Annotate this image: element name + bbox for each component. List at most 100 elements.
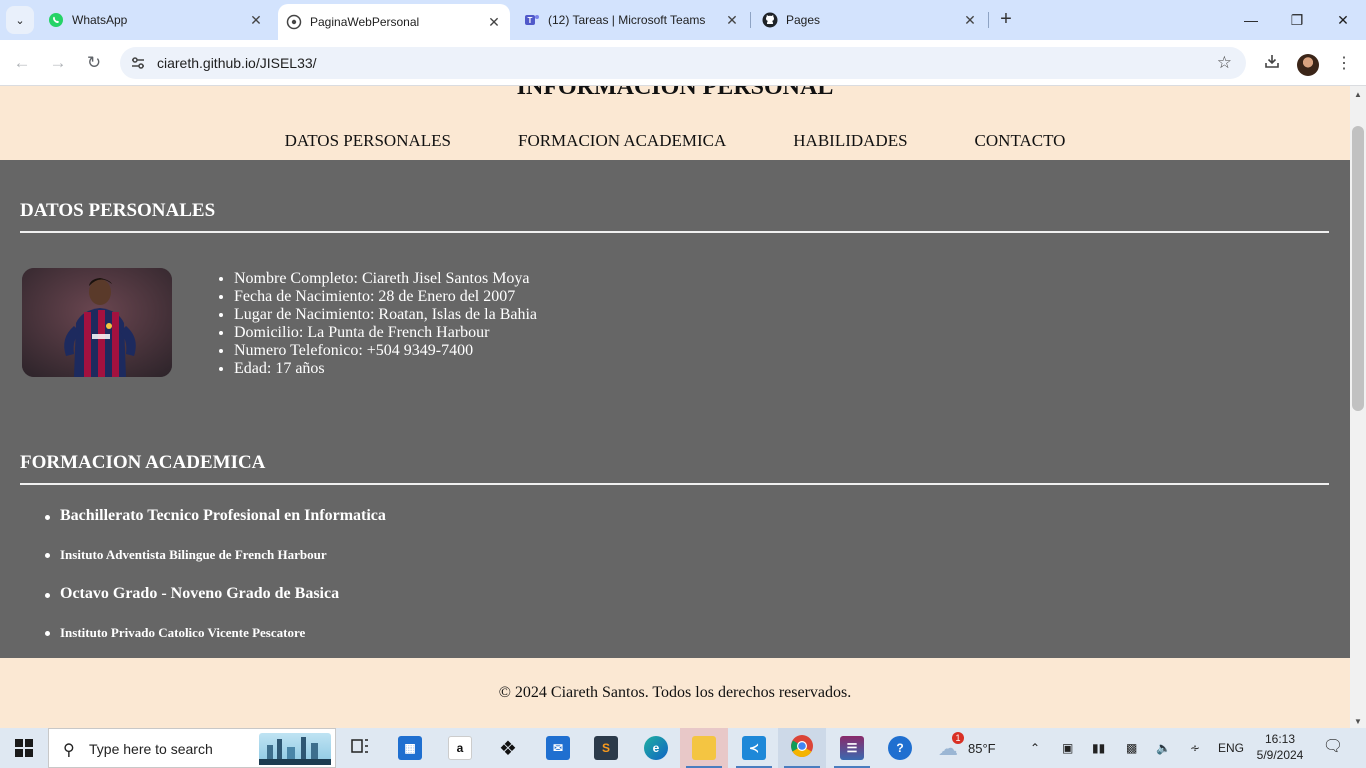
tab-separator <box>988 12 989 28</box>
close-icon[interactable]: ✕ <box>248 12 264 29</box>
menu-button[interactable]: ⋮ <box>1330 49 1358 77</box>
taskbar-winrar[interactable]: ☰ <box>828 728 876 768</box>
tray-language[interactable]: ENG <box>1218 728 1244 768</box>
weather-widget[interactable]: ☁ 1 85°F <box>938 728 996 768</box>
start-button[interactable] <box>0 728 48 768</box>
taskbar-amazon[interactable]: a <box>436 728 484 768</box>
tray-meet-now[interactable]: ▣ <box>1062 728 1073 768</box>
close-icon[interactable]: ✕ <box>724 12 740 29</box>
restore-button[interactable]: ❐ <box>1274 0 1320 40</box>
reload-icon: ↻ <box>86 53 102 72</box>
main-content: DATOS PERSONALES Nombre Comple <box>0 160 1350 658</box>
nav-habilidades[interactable]: HABILIDADES <box>793 131 907 151</box>
site-footer: © 2024 Ciareth Santos. Todos los derecho… <box>0 658 1350 728</box>
list-item: Fecha de Nacimiento: 28 de Enero del 200… <box>234 288 537 306</box>
tab-title: PaginaWebPersonal <box>310 15 420 29</box>
download-icon <box>1264 53 1280 74</box>
edu-level: Bachillerato Tecnico Profesional en Info… <box>45 507 386 524</box>
tab-pages[interactable]: Pages ✕ <box>754 0 986 40</box>
footer-copyright: © 2024 Ciareth Santos. Todos los derecho… <box>498 684 852 701</box>
page-scrollbar[interactable]: ▲ ▼ <box>1350 86 1366 728</box>
tab-title: WhatsApp <box>72 13 128 27</box>
nav-formacion-academica[interactable]: FORMACION ACADEMICA <box>518 131 726 151</box>
page-title: INFORMACION PERSONAL <box>516 86 834 100</box>
nav-contacto[interactable]: CONTACTO <box>975 131 1066 151</box>
chevron-up-icon: ⌃ <box>1030 741 1041 755</box>
taskbar-search[interactable]: ⚲ Type here to search <box>48 728 336 768</box>
mail-icon: ✉ <box>546 736 570 760</box>
taskbar-get-help[interactable]: ? <box>876 728 924 768</box>
back-button[interactable]: ← <box>8 49 36 77</box>
close-icon[interactable]: ✕ <box>962 12 978 29</box>
taskbar-clock[interactable]: 16:13 5/9/2024 <box>1252 731 1308 763</box>
notifications-button[interactable]: 🗨 <box>1318 736 1348 760</box>
tray-volume[interactable]: 🔈 <box>1156 728 1171 768</box>
tab-paginawebpersonal[interactable]: PaginaWebPersonal ✕ <box>278 4 510 40</box>
globe-icon <box>286 14 302 30</box>
forward-button[interactable]: → <box>44 49 72 77</box>
bookmark-star-icon[interactable]: ☆ <box>1217 53 1232 73</box>
folder-icon <box>692 736 716 760</box>
edu-level: Octavo Grado - Noveno Grado de Basica <box>44 585 340 602</box>
close-window-button[interactable]: ✕ <box>1320 0 1366 40</box>
taskbar-vscode[interactable]: ≺ <box>730 728 778 768</box>
minimize-icon: — <box>1244 12 1258 28</box>
address-bar[interactable]: ciareth.github.io/JISEL33/ ☆ <box>120 47 1246 79</box>
tab-whatsapp[interactable]: WhatsApp ✕ <box>40 0 272 40</box>
weather-badge: 1 <box>952 731 964 744</box>
tab-teams[interactable]: T (12) Tareas | Microsoft Teams ✕ <box>516 0 748 40</box>
minimize-button[interactable]: — <box>1228 0 1274 40</box>
winrar-icon: ☰ <box>840 736 864 760</box>
tray-wifi[interactable]: ∻ <box>1190 728 1200 768</box>
weather-temp: 85°F <box>968 740 996 756</box>
close-icon[interactable]: ✕ <box>486 14 502 31</box>
nav-datos-personales[interactable]: DATOS PERSONALES <box>285 131 451 151</box>
site-nav: DATOS PERSONALES FORMACION ACADEMICA HAB… <box>0 131 1350 151</box>
teams-icon: T <box>524 12 540 28</box>
wifi-icon: ∻ <box>1190 741 1201 755</box>
list-item: Lugar de Nacimiento: Roatan, Islas de la… <box>234 306 537 324</box>
scroll-down-arrow-icon[interactable]: ▼ <box>1354 717 1362 726</box>
site-header: INFORMACION PERSONAL DATOS PERSONALES FO… <box>0 86 1350 160</box>
taskbar-dropbox[interactable]: ❖ <box>484 728 532 768</box>
taskbar-sublime[interactable]: S <box>582 728 630 768</box>
downloads-button[interactable] <box>1258 49 1286 77</box>
show-hidden-icons[interactable]: ⌃ <box>1030 728 1040 768</box>
browser-toolbar: ← → ↻ ciareth.github.io/JISEL33/ ☆ ⋮ <box>0 40 1366 86</box>
section-divider <box>20 231 1329 233</box>
clock-date: 5/9/2024 <box>1256 748 1304 762</box>
tray-display[interactable]: ▩ <box>1126 728 1137 768</box>
more-vert-icon: ⋮ <box>1336 55 1352 72</box>
whatsapp-icon <box>48 12 64 28</box>
tab-title: (12) Tareas | Microsoft Teams <box>548 13 706 27</box>
new-tab-button[interactable]: + <box>994 8 1018 32</box>
vscode-icon: ≺ <box>742 736 766 760</box>
taskbar-chrome[interactable] <box>778 728 826 768</box>
arrow-left-icon: ← <box>13 53 31 72</box>
tab-title: Pages <box>786 13 821 27</box>
store-icon: ▦ <box>398 736 422 760</box>
task-view-button[interactable] <box>336 728 384 768</box>
list-item: Edad: 17 años <box>234 360 537 378</box>
taskbar-mail[interactable]: ✉ <box>534 728 582 768</box>
reload-button[interactable]: ↻ <box>80 49 108 77</box>
taskbar-microsoft-store[interactable]: ▦ <box>386 728 434 768</box>
profile-button[interactable] <box>1294 49 1322 77</box>
github-icon <box>762 12 778 28</box>
list-item: Numero Telefonico: +504 9349-7400 <box>234 342 537 360</box>
help-icon: ? <box>888 736 912 760</box>
close-icon: ✕ <box>1337 11 1349 28</box>
search-placeholder: Type here to search <box>89 741 213 757</box>
list-item: Nombre Completo: Ciareth Jisel Santos Mo… <box>234 270 537 288</box>
site-settings-icon[interactable] <box>130 55 146 71</box>
tab-search-button[interactable]: ⌄ <box>6 6 34 34</box>
chevron-down-icon: ⌄ <box>15 14 25 27</box>
clock-time: 16:13 <box>1264 732 1296 746</box>
scroll-thumb[interactable] <box>1352 126 1364 411</box>
tray-battery[interactable]: ▮▮ <box>1092 728 1105 768</box>
scroll-up-arrow-icon[interactable]: ▲ <box>1354 90 1362 99</box>
taskbar-edge[interactable]: e <box>632 728 680 768</box>
taskbar-file-explorer[interactable] <box>680 728 728 768</box>
display-icon: ▩ <box>1126 741 1138 755</box>
list-item: Domicilio: La Punta de French Harbour <box>234 324 537 342</box>
